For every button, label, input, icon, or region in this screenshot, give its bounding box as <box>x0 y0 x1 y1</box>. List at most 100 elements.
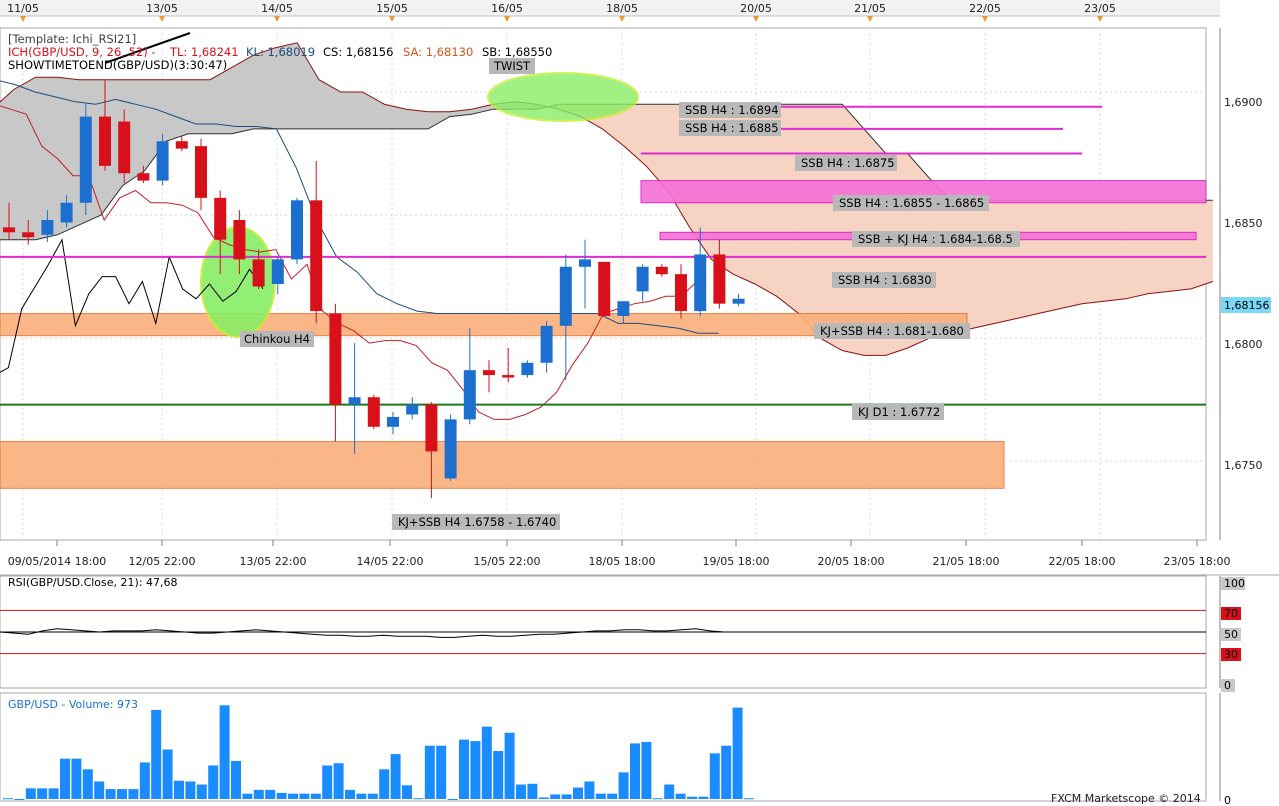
bottom-date-label: 21/05 18:00 <box>933 555 1000 568</box>
ssb-kj-label: SSB + KJ H4 : 1.684-1.68.5 <box>852 231 1020 247</box>
price-axis: 1,6900 1,6850 1,6800 1,6750 1,68156 <box>1221 96 1271 472</box>
candle-body <box>233 220 246 260</box>
bottom-date-label: 12/05 22:00 <box>129 555 196 568</box>
candle-body <box>291 200 303 260</box>
candle-body <box>463 370 476 420</box>
volume-bar <box>481 726 492 799</box>
cloud-segment <box>1125 200 1148 300</box>
bottom-date-label: 20/05 18:00 <box>818 555 885 568</box>
sa-value: SA: 1,68130 <box>403 45 473 59</box>
cloud-segment <box>35 76 58 241</box>
volume-bar <box>573 787 583 799</box>
kj-ssb-681-label: KJ+SSB H4 : 1.681-1.680 <box>814 323 970 339</box>
ich-label: ICH(GBP/USD, 9, 26, 52) - <box>8 45 156 59</box>
svg-text:70: 70 <box>1224 607 1238 620</box>
volume-bar <box>174 780 184 799</box>
candle-body <box>156 141 169 181</box>
tl-value: TL: 1,68241 <box>169 45 239 59</box>
volume-bar <box>721 745 732 799</box>
volume-bar <box>664 784 675 799</box>
svg-text:KJ+SSB H4 : 1.681-1.680: KJ+SSB H4 : 1.681-1.680 <box>820 324 964 338</box>
volume-bar <box>561 794 572 799</box>
volume-bar <box>584 781 595 799</box>
bottom-date-label: 15/05 22:00 <box>474 555 541 568</box>
volume-bar <box>14 799 25 800</box>
rsi-title: RSI(GBP/USD.Close, 21): 47,68 <box>8 576 178 589</box>
candle-body <box>367 397 380 427</box>
top-date-label: 23/05 <box>1084 2 1116 15</box>
candle-body <box>406 404 419 415</box>
candle-body <box>271 259 284 284</box>
svg-text:SSB H4 : 1.6855 - 1.6865: SSB H4 : 1.6855 - 1.6865 <box>839 196 984 210</box>
svg-text:TWIST: TWIST <box>493 59 531 73</box>
showtime-label: SHOWTIMETOEND(GBP/USD)(3:30:47) <box>8 58 227 72</box>
volume-bar <box>687 796 697 799</box>
volume-bar <box>493 751 504 799</box>
candle-body <box>3 227 15 233</box>
cloud-segment <box>994 200 1017 324</box>
volume-axis-zero: 0 <box>1224 794 1231 806</box>
date-marker <box>159 16 165 22</box>
candle-body <box>118 121 131 174</box>
volume-bar <box>196 784 207 799</box>
twist-ellipse <box>487 72 639 122</box>
rsi-level-30: 30 <box>1221 648 1241 661</box>
volume-bar <box>538 797 549 799</box>
top-date-label: 15/05 <box>376 2 408 15</box>
volume-bar <box>253 789 264 799</box>
top-date-label: 13/05 <box>146 2 178 15</box>
volume-bar <box>139 762 150 799</box>
volume-bar <box>618 772 629 799</box>
orange-zone <box>0 441 1005 489</box>
volume-bar <box>607 793 618 799</box>
candle-body <box>79 116 92 203</box>
volume-bar <box>151 709 162 799</box>
volume-bar <box>310 793 321 799</box>
cloud-segment <box>187 79 211 135</box>
chart-canvas[interactable]: [Template: Ichi_RSI21] ICH(GBP/USD, 9, 2… <box>0 0 1279 806</box>
volume-bar <box>288 793 298 799</box>
bottom-date-label: 23/05 18:00 <box>1164 555 1231 568</box>
ssb-6830-label: SSB H4 : 1.6830 <box>832 272 936 288</box>
cloud-segment <box>1016 200 1039 319</box>
date-marker <box>274 16 280 22</box>
volume-bar <box>265 789 276 799</box>
svg-text:30: 30 <box>1224 648 1238 661</box>
candle-body <box>99 116 111 166</box>
date-marker <box>1097 16 1103 22</box>
ssb-zone-label: SSB H4 : 1.6855 - 1.6865 <box>833 195 989 211</box>
cloud-segment <box>340 91 363 130</box>
candle-body <box>540 325 553 363</box>
candle-body <box>329 313 342 405</box>
sb-value: SB: 1,68550 <box>482 45 552 59</box>
template-label: [Template: Ichi_RSI21] <box>8 32 136 46</box>
volume-bar <box>379 769 390 799</box>
bottom-date-label: 18/05 18:00 <box>589 555 656 568</box>
cs-value: CS: 1,68156 <box>323 45 393 59</box>
top-date-label: 14/05 <box>261 2 293 15</box>
candle-body <box>444 419 457 479</box>
price-tick: 1,6850 <box>1224 217 1263 230</box>
svg-text:SSB + KJ H4 : 1.684-1.68.5: SSB + KJ H4 : 1.684-1.68.5 <box>858 232 1013 246</box>
volume-bar <box>424 745 435 799</box>
bullish-candle <box>291 197 303 265</box>
volume-bar <box>60 758 70 799</box>
volume-bar <box>402 785 412 799</box>
volume-bar <box>709 753 720 799</box>
svg-text:0: 0 <box>1224 679 1231 692</box>
rsi-level-0: 0 <box>1221 679 1235 692</box>
candle-body <box>310 200 323 312</box>
candle-body <box>655 266 668 275</box>
svg-text:SSB H4 : 1.6830: SSB H4 : 1.6830 <box>838 273 932 287</box>
volume-bar <box>436 745 447 799</box>
volume-bar <box>219 705 230 799</box>
volume-bar <box>652 798 663 800</box>
copyright: FXCM Marketscope © 2014 <box>1051 792 1201 805</box>
twist-label: TWIST <box>489 58 535 74</box>
volume-bar <box>345 789 355 799</box>
ssb-6875-label: SSB H4 : 1.6875 <box>795 155 897 171</box>
price-tick: 1,6750 <box>1224 459 1263 472</box>
volume-bar <box>117 789 127 799</box>
candle-body <box>425 404 438 452</box>
top-date-label: 16/05 <box>491 2 523 15</box>
